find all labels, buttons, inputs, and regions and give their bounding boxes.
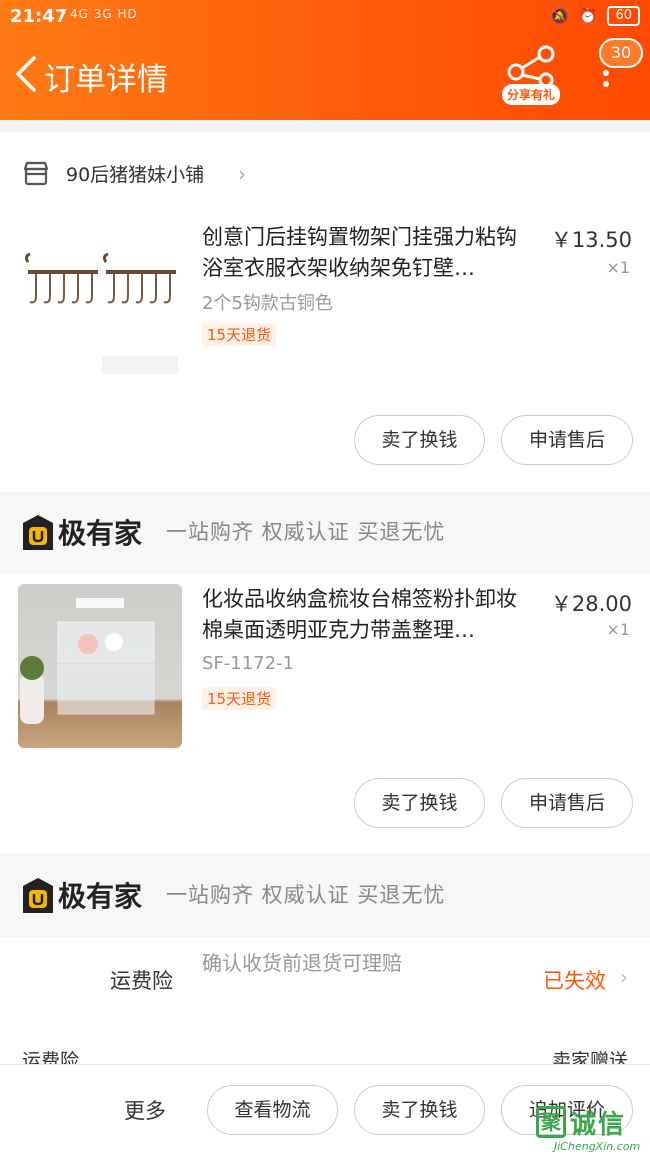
return-policy-tag: 15天退货 <box>202 687 277 710</box>
status-icons: 🔕 ⏰ 60 <box>550 6 640 26</box>
product-quantity: ×1 <box>606 258 630 277</box>
watermark-logo-icon: 聚 <box>536 1106 566 1138</box>
share-button[interactable]: 分享有礼 <box>500 44 566 110</box>
return-policy-tag: 15天退货 <box>202 323 277 346</box>
watermark-text: 诚信 <box>570 1110 627 1140</box>
insurance-detail-row: 运费险 卖家赠送 <box>0 1044 650 1064</box>
product-title[interactable]: 化妆品收纳盒梳妆台棉签粉扑卸妆棉桌面透明亚克力带盖整理… <box>202 584 536 646</box>
battery-indicator: 60 <box>607 6 640 26</box>
insurance-detail-value: 卖家赠送 <box>551 1050 628 1064</box>
alarm-icon: ⏰ <box>578 7 598 25</box>
brand-banner[interactable]: 极有家 一站购齐 权威认证 买退无忧 <box>0 492 650 574</box>
product-quantity: ×1 <box>606 620 630 639</box>
chevron-right-icon: › <box>238 162 246 186</box>
sell-for-cash-button[interactable]: 卖了换钱 <box>354 1085 485 1135</box>
after-sale-button[interactable]: 申请售后 <box>501 415 633 465</box>
product-sku: SF-1172-1 <box>202 653 295 674</box>
product-title[interactable]: 创意门后挂钩置物架门挂强力粘钩浴室衣服衣架收纳架免钉壁… <box>202 222 536 284</box>
brand-logo-icon <box>23 878 53 913</box>
product-price: ￥13.50 <box>550 228 632 252</box>
view-logistics-button[interactable]: 查看物流 <box>207 1085 338 1135</box>
chevron-right-icon: › <box>620 965 628 989</box>
dot-icon <box>603 81 609 87</box>
brand-logo-icon <box>23 515 53 550</box>
share-label: 分享有礼 <box>502 84 561 105</box>
brand-slogan: 一站购齐 权威认证 买退无忧 <box>166 520 446 544</box>
order-item-card: 化妆品收纳盒梳妆台棉签粉扑卸妆棉桌面透明亚克力带盖整理… ￥28.00 ×1 S… <box>0 574 650 854</box>
site-watermark: 聚 诚信 JiChengXin.com <box>532 1102 650 1155</box>
order-store-card: 90后猪猪妹小铺 › 创意门后挂钩置物架门挂强力粘钩浴室衣服衣架收纳架免钉壁… … <box>0 132 650 492</box>
product-sku: 2个5钩款古铜色 <box>202 293 333 314</box>
store-icon <box>23 161 49 186</box>
after-sale-button[interactable]: 申请售后 <box>501 778 633 828</box>
dot-icon <box>603 70 609 76</box>
message-count-badge: 30 <box>599 38 643 68</box>
status-time: 21:47 <box>10 6 68 27</box>
watermark-url: JiChengXin.com <box>554 1140 641 1153</box>
sell-for-cash-button[interactable]: 卖了换钱 <box>354 415 485 465</box>
product-price: ￥28.00 <box>550 592 632 616</box>
insurance-description: 确认收货前退货可理赔 <box>202 951 402 975</box>
signal-indicator: 4G 3G HD <box>70 7 138 21</box>
organizer-box-image <box>20 598 155 724</box>
status-bar: 21:47 4G 3G HD 🔕 ⏰ 60 <box>0 0 650 34</box>
page-title: 订单详情 <box>44 62 168 98</box>
product-image[interactable] <box>18 584 182 748</box>
brand-slogan: 一站购齐 权威认证 买退无忧 <box>166 883 446 907</box>
app-header: 21:47 4G 3G HD 🔕 ⏰ 60 订单详情 分享有礼 30 <box>0 0 650 120</box>
store-row[interactable]: 90后猪猪妹小铺 › <box>0 132 650 212</box>
store-name: 90后猪猪妹小铺 <box>66 164 205 186</box>
hook-rack-image <box>24 252 178 374</box>
back-button[interactable] <box>8 52 44 96</box>
brand-banner[interactable]: 极有家 一站购齐 权威认证 买退无忧 <box>0 855 650 937</box>
insurance-status: 已失效 <box>543 969 606 993</box>
brand-name: 极有家 <box>58 517 143 550</box>
insurance-label: 运费险 <box>110 969 173 993</box>
share-icon <box>507 45 555 88</box>
insurance-detail-label: 运费险 <box>22 1050 80 1064</box>
shipping-insurance-card[interactable]: 运费险 确认收货前退货可理赔 已失效 › 运费险 卖家赠送 <box>0 937 650 1064</box>
product-image[interactable] <box>18 212 182 376</box>
brand-name: 极有家 <box>58 880 143 913</box>
chevron-left-icon <box>16 56 36 92</box>
sell-for-cash-button[interactable]: 卖了换钱 <box>354 778 485 828</box>
more-menu-button[interactable] <box>600 70 612 94</box>
mute-icon: 🔕 <box>550 7 569 25</box>
more-button[interactable]: 更多 <box>124 1095 166 1125</box>
